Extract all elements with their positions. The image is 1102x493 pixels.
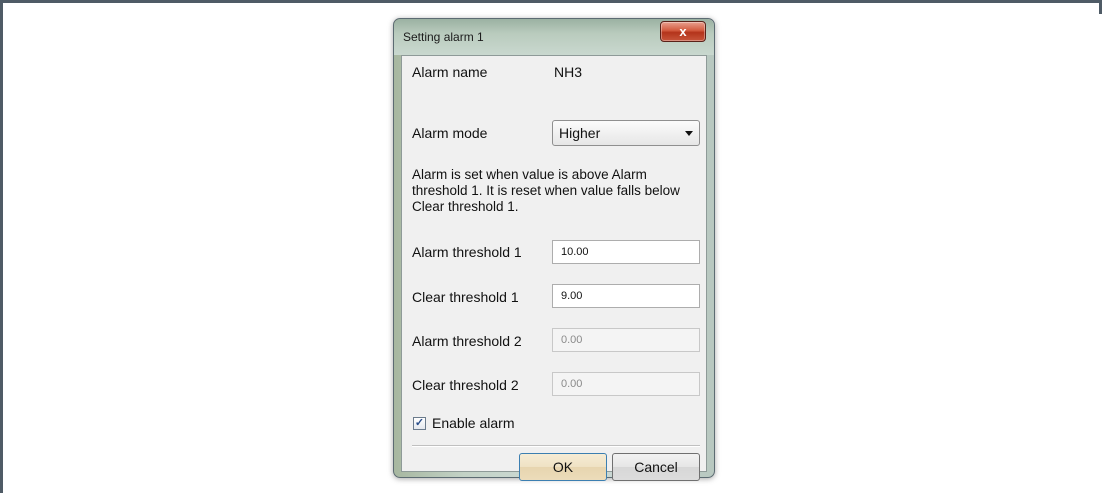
alarm-threshold-2-input	[553, 329, 699, 351]
title-bar[interactable]: Setting alarm 1 x	[394, 19, 714, 55]
alarm-mode-value: Higher	[559, 125, 601, 141]
close-icon: x	[679, 24, 687, 39]
alarm-threshold-1-field[interactable]	[552, 240, 700, 264]
ok-button[interactable]: OK	[519, 453, 607, 481]
clear-threshold-2-field	[552, 372, 700, 396]
dialog-client-area: Alarm name NH3 Alarm mode Higher Alarm i…	[401, 55, 707, 481]
divider	[412, 445, 700, 447]
enable-alarm-checkbox[interactable]: ✓	[413, 417, 426, 430]
clear-threshold-1-field[interactable]	[552, 284, 700, 308]
alarm-threshold-1-input[interactable]	[553, 241, 699, 263]
alarm-name-value: NH3	[554, 64, 583, 80]
alarm-mode-select[interactable]: Higher	[552, 120, 700, 146]
cancel-button[interactable]: Cancel	[612, 453, 700, 481]
alarm-description: Alarm is set when value is above Alarm t…	[412, 167, 680, 214]
chevron-down-icon	[685, 131, 693, 136]
dialog-title: Setting alarm 1	[403, 30, 484, 44]
clear-threshold-1-label: Clear threshold 1	[412, 289, 519, 305]
clear-threshold-1-input[interactable]	[553, 285, 699, 307]
clear-threshold-2-label: Clear threshold 2	[412, 377, 519, 393]
setting-alarm-dialog: Setting alarm 1 x Alarm name NH3 Alarm m…	[393, 18, 715, 481]
alarm-threshold-2-field	[552, 328, 700, 352]
alarm-threshold-2-label: Alarm threshold 2	[412, 333, 522, 349]
alarm-mode-label: Alarm mode	[412, 125, 488, 141]
close-button[interactable]: x	[660, 21, 706, 42]
clear-threshold-2-input	[553, 373, 699, 395]
enable-alarm-label[interactable]: Enable alarm	[432, 415, 515, 431]
alarm-threshold-1-label: Alarm threshold 1	[412, 244, 522, 260]
checkmark-icon: ✓	[414, 417, 425, 429]
alarm-name-label: Alarm name	[412, 64, 488, 80]
